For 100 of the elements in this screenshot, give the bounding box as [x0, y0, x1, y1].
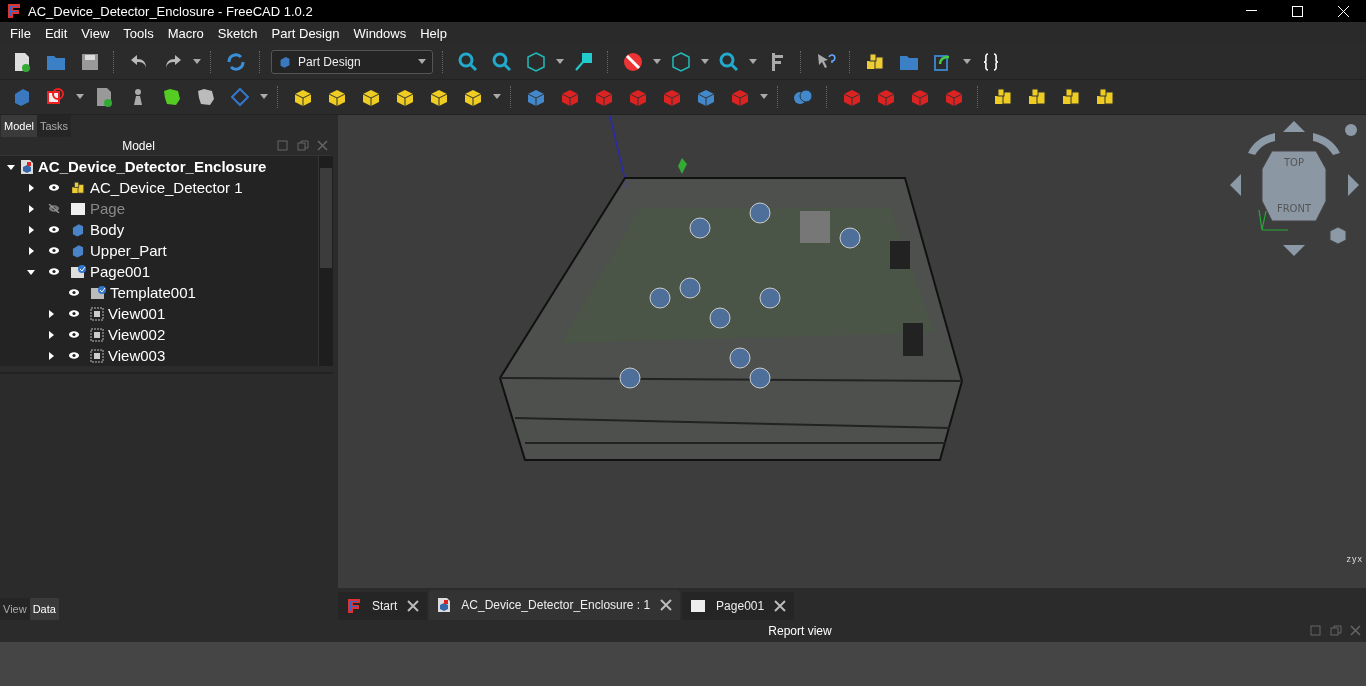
collapsed-arrow-icon[interactable]	[26, 245, 36, 256]
caret-icon	[701, 59, 709, 65]
tree-item[interactable]: Page	[90, 200, 126, 217]
close-icon	[1337, 5, 1349, 17]
menu-item[interactable]: Windows	[346, 24, 414, 43]
eye-icon[interactable]	[48, 225, 60, 234]
tree-item[interactable]: Body	[90, 221, 125, 238]
tree-item[interactable]: View003	[108, 347, 166, 364]
tree-item[interactable]: View002	[108, 326, 166, 343]
measure-arrow-icon	[573, 51, 595, 73]
document-tab[interactable]: Start	[338, 592, 428, 620]
close-icon[interactable]	[774, 600, 787, 612]
panel-tab[interactable]: Data	[29, 598, 59, 620]
rotate-left-arrow-icon[interactable]	[1230, 174, 1241, 196]
document-icon	[437, 597, 452, 613]
caret-icon	[556, 59, 564, 65]
close-icon[interactable]	[660, 599, 673, 611]
tree-item[interactable]: Upper_Part	[90, 242, 167, 259]
menu-item[interactable]: Macro	[160, 24, 211, 43]
tab-label: Start	[372, 599, 398, 613]
caret-icon	[749, 59, 757, 65]
window-title: AC_Device_Detector_Enclosure - FreeCAD 1.0.2	[28, 3, 314, 19]
tree-item[interactable]: Page001	[90, 263, 151, 280]
menu-item[interactable]: Part Design	[264, 24, 347, 43]
caret-icon	[76, 94, 84, 100]
zoom-fit-icon	[457, 51, 479, 73]
menu-item[interactable]: Sketch	[210, 24, 265, 43]
panel-title: Report view	[767, 624, 833, 638]
menu-dot-icon[interactable]	[1345, 124, 1357, 136]
body-icon	[278, 55, 292, 69]
panel-title: Model	[121, 139, 156, 153]
save-icon	[79, 51, 101, 73]
menu-item[interactable]: Help	[413, 24, 454, 43]
panel-tab[interactable]: Model	[1, 115, 37, 137]
eye-icon[interactable]	[48, 183, 60, 192]
cube-cursor-icon	[670, 51, 692, 73]
tree-item[interactable]: Template001	[110, 284, 196, 301]
eye-icon[interactable]	[68, 330, 80, 339]
axis-label: z	[1346, 554, 1351, 564]
caret-icon	[493, 94, 501, 100]
workbench-dropdown[interactable]: Part Design	[271, 50, 433, 74]
tab-label: Page001	[716, 599, 765, 613]
cube-view-icon	[525, 51, 547, 73]
eye-icon[interactable]	[68, 288, 80, 297]
rotate-up-arrow-icon[interactable]	[1283, 121, 1305, 132]
rotate-down-arrow-icon[interactable]	[1283, 245, 1305, 256]
rotate-clockwise-icon[interactable]	[1313, 133, 1340, 155]
page-check-icon	[70, 263, 86, 280]
tree-item[interactable]: AC_Device_Detector 1	[90, 179, 243, 196]
caret-icon	[193, 59, 201, 65]
eye-icon[interactable]	[48, 246, 60, 255]
panel-tab[interactable]: View	[0, 598, 30, 620]
cube-face-label: FRONT	[1276, 203, 1312, 214]
refresh-icon	[225, 51, 247, 73]
part-blocks-icon	[70, 179, 86, 196]
minimize-icon	[1245, 10, 1257, 12]
document-tab[interactable]: Page001	[682, 592, 795, 620]
collapsed-arrow-icon[interactable]	[46, 308, 56, 319]
page-icon	[70, 201, 86, 216]
template-check-icon	[90, 284, 106, 301]
caret-icon	[653, 59, 661, 65]
eye-slash-icon[interactable]	[48, 204, 60, 213]
scrollbar[interactable]	[318, 156, 333, 366]
zoom-selection-icon	[491, 51, 513, 73]
no-entry-icon	[622, 51, 644, 73]
maximize-icon	[1291, 5, 1303, 17]
document-icon	[20, 158, 34, 175]
eye-icon[interactable]	[48, 267, 60, 276]
eye-icon[interactable]	[68, 351, 80, 360]
eye-icon[interactable]	[68, 309, 80, 318]
shape-binder-icon	[161, 86, 183, 108]
rotate-counterclockwise-icon[interactable]	[1248, 133, 1275, 155]
close-icon[interactable]	[407, 600, 420, 612]
body-icon	[70, 221, 86, 238]
menu-item[interactable]: View	[74, 24, 117, 43]
collapsed-arrow-icon[interactable]	[26, 182, 36, 193]
tree-item[interactable]: AC_Device_Detector_Enclosure	[38, 158, 267, 175]
collapsed-arrow-icon[interactable]	[46, 329, 56, 340]
panel-tab[interactable]: Tasks	[36, 115, 72, 137]
small-cube-icon[interactable]	[1329, 226, 1347, 245]
body-icon	[70, 242, 86, 259]
view-frame-icon	[90, 348, 104, 363]
app-logo-icon	[346, 598, 362, 614]
navigation-cube[interactable]	[1261, 150, 1327, 222]
caret-icon	[418, 59, 426, 65]
menu-item[interactable]: File	[3, 24, 38, 43]
caret-icon	[260, 94, 268, 100]
menu-item[interactable]: Tools	[116, 24, 161, 43]
tree-item[interactable]: View001	[108, 305, 166, 322]
collapsed-arrow-icon[interactable]	[26, 203, 36, 214]
menu-item[interactable]: Edit	[37, 24, 75, 43]
3d-viewport[interactable]: TOP FRONT zyx	[338, 115, 1366, 588]
rotate-right-arrow-icon[interactable]	[1348, 174, 1359, 196]
document-tab[interactable]: AC_Device_Detector_Enclosure : 1	[429, 590, 681, 620]
view-frame-icon	[90, 306, 104, 321]
app-logo-icon	[6, 3, 22, 19]
cube-face-label: TOP	[1284, 157, 1304, 168]
collapsed-arrow-icon[interactable]	[46, 350, 56, 361]
caret-icon	[760, 94, 768, 100]
collapsed-arrow-icon[interactable]	[26, 224, 36, 235]
